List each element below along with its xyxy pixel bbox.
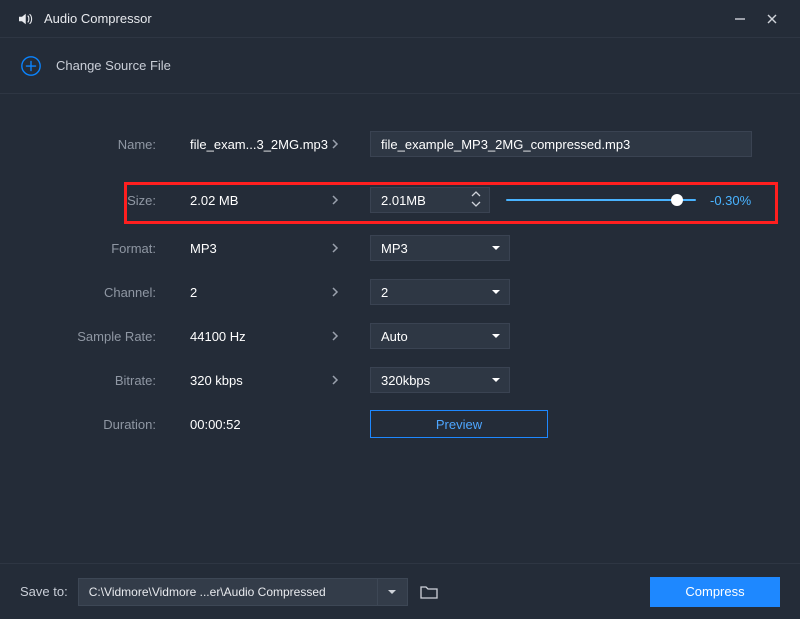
orig-bitrate: 320 kbps <box>170 373 330 388</box>
change-source-label: Change Source File <box>56 58 171 73</box>
row-name: Name: file_exam...3_2MG.mp3 <box>0 122 800 166</box>
sample-rate-select[interactable]: Auto <box>370 323 510 349</box>
label-duration: Duration: <box>0 417 170 432</box>
orig-duration: 00:00:52 <box>170 417 330 432</box>
label-bitrate: Bitrate: <box>0 373 170 388</box>
bitrate-select[interactable]: 320kbps <box>370 367 510 393</box>
format-select-value: MP3 <box>381 241 408 256</box>
arrow-icon <box>330 137 370 151</box>
orig-channel: 2 <box>170 285 330 300</box>
chevron-down-icon <box>491 288 501 296</box>
preview-button[interactable]: Preview <box>370 410 548 438</box>
chevron-down-icon <box>491 376 501 384</box>
label-size: Size: <box>0 193 170 208</box>
orig-size: 2.02 MB <box>170 193 330 208</box>
app-sound-icon <box>16 10 34 28</box>
change-source-row[interactable]: Change Source File <box>0 38 800 94</box>
sample-rate-select-value: Auto <box>381 329 408 344</box>
chevron-down-icon <box>491 332 501 340</box>
plus-circle-icon <box>20 55 42 77</box>
footer: Save to: C:\Vidmore\Vidmore ...er\Audio … <box>0 563 800 619</box>
size-slider[interactable] <box>506 187 696 213</box>
orig-format: MP3 <box>170 241 330 256</box>
arrow-icon <box>330 193 370 207</box>
minimize-button[interactable] <box>724 5 756 33</box>
arrow-icon <box>330 373 370 387</box>
save-path-value: C:\Vidmore\Vidmore ...er\Audio Compresse… <box>89 585 326 599</box>
chevron-down-icon <box>491 244 501 252</box>
compress-button[interactable]: Compress <box>650 577 780 607</box>
open-folder-button[interactable] <box>414 578 444 606</box>
stepper-up-icon[interactable] <box>471 190 481 198</box>
output-size-value: 2.01MB <box>381 193 426 208</box>
titlebar: Audio Compressor <box>0 0 800 38</box>
channel-select-value: 2 <box>381 285 388 300</box>
arrow-icon <box>330 241 370 255</box>
size-pct: -0.30% <box>710 193 751 208</box>
row-format: Format: MP3 MP3 <box>0 226 800 270</box>
row-duration: Duration: 00:00:52 Preview <box>0 402 800 446</box>
orig-name: file_exam...3_2MG.mp3 <box>170 137 330 152</box>
bitrate-select-value: 320kbps <box>381 373 430 388</box>
window-title: Audio Compressor <box>44 11 724 26</box>
label-format: Format: <box>0 241 170 256</box>
arrow-icon <box>330 285 370 299</box>
format-select[interactable]: MP3 <box>370 235 510 261</box>
output-size-stepper[interactable]: 2.01MB <box>370 187 490 213</box>
stepper-down-icon[interactable] <box>471 200 481 208</box>
channel-select[interactable]: 2 <box>370 279 510 305</box>
row-bitrate: Bitrate: 320 kbps 320kbps <box>0 358 800 402</box>
arrow-icon <box>330 329 370 343</box>
label-channel: Channel: <box>0 285 170 300</box>
folder-icon <box>420 584 438 600</box>
save-path-dropdown[interactable] <box>378 578 408 606</box>
orig-sample-rate: 44100 Hz <box>170 329 330 344</box>
settings-form: Name: file_exam...3_2MG.mp3 Size: 2.02 M… <box>0 94 800 446</box>
label-sample-rate: Sample Rate: <box>0 329 170 344</box>
close-button[interactable] <box>756 5 788 33</box>
output-name-input[interactable] <box>370 131 752 157</box>
save-to-label: Save to: <box>20 584 68 599</box>
save-path-box[interactable]: C:\Vidmore\Vidmore ...er\Audio Compresse… <box>78 578 378 606</box>
row-channel: Channel: 2 2 <box>0 270 800 314</box>
row-size: Size: 2.02 MB 2.01MB -0.30% <box>0 178 800 222</box>
row-sample-rate: Sample Rate: 44100 Hz Auto <box>0 314 800 358</box>
label-name: Name: <box>0 137 170 152</box>
